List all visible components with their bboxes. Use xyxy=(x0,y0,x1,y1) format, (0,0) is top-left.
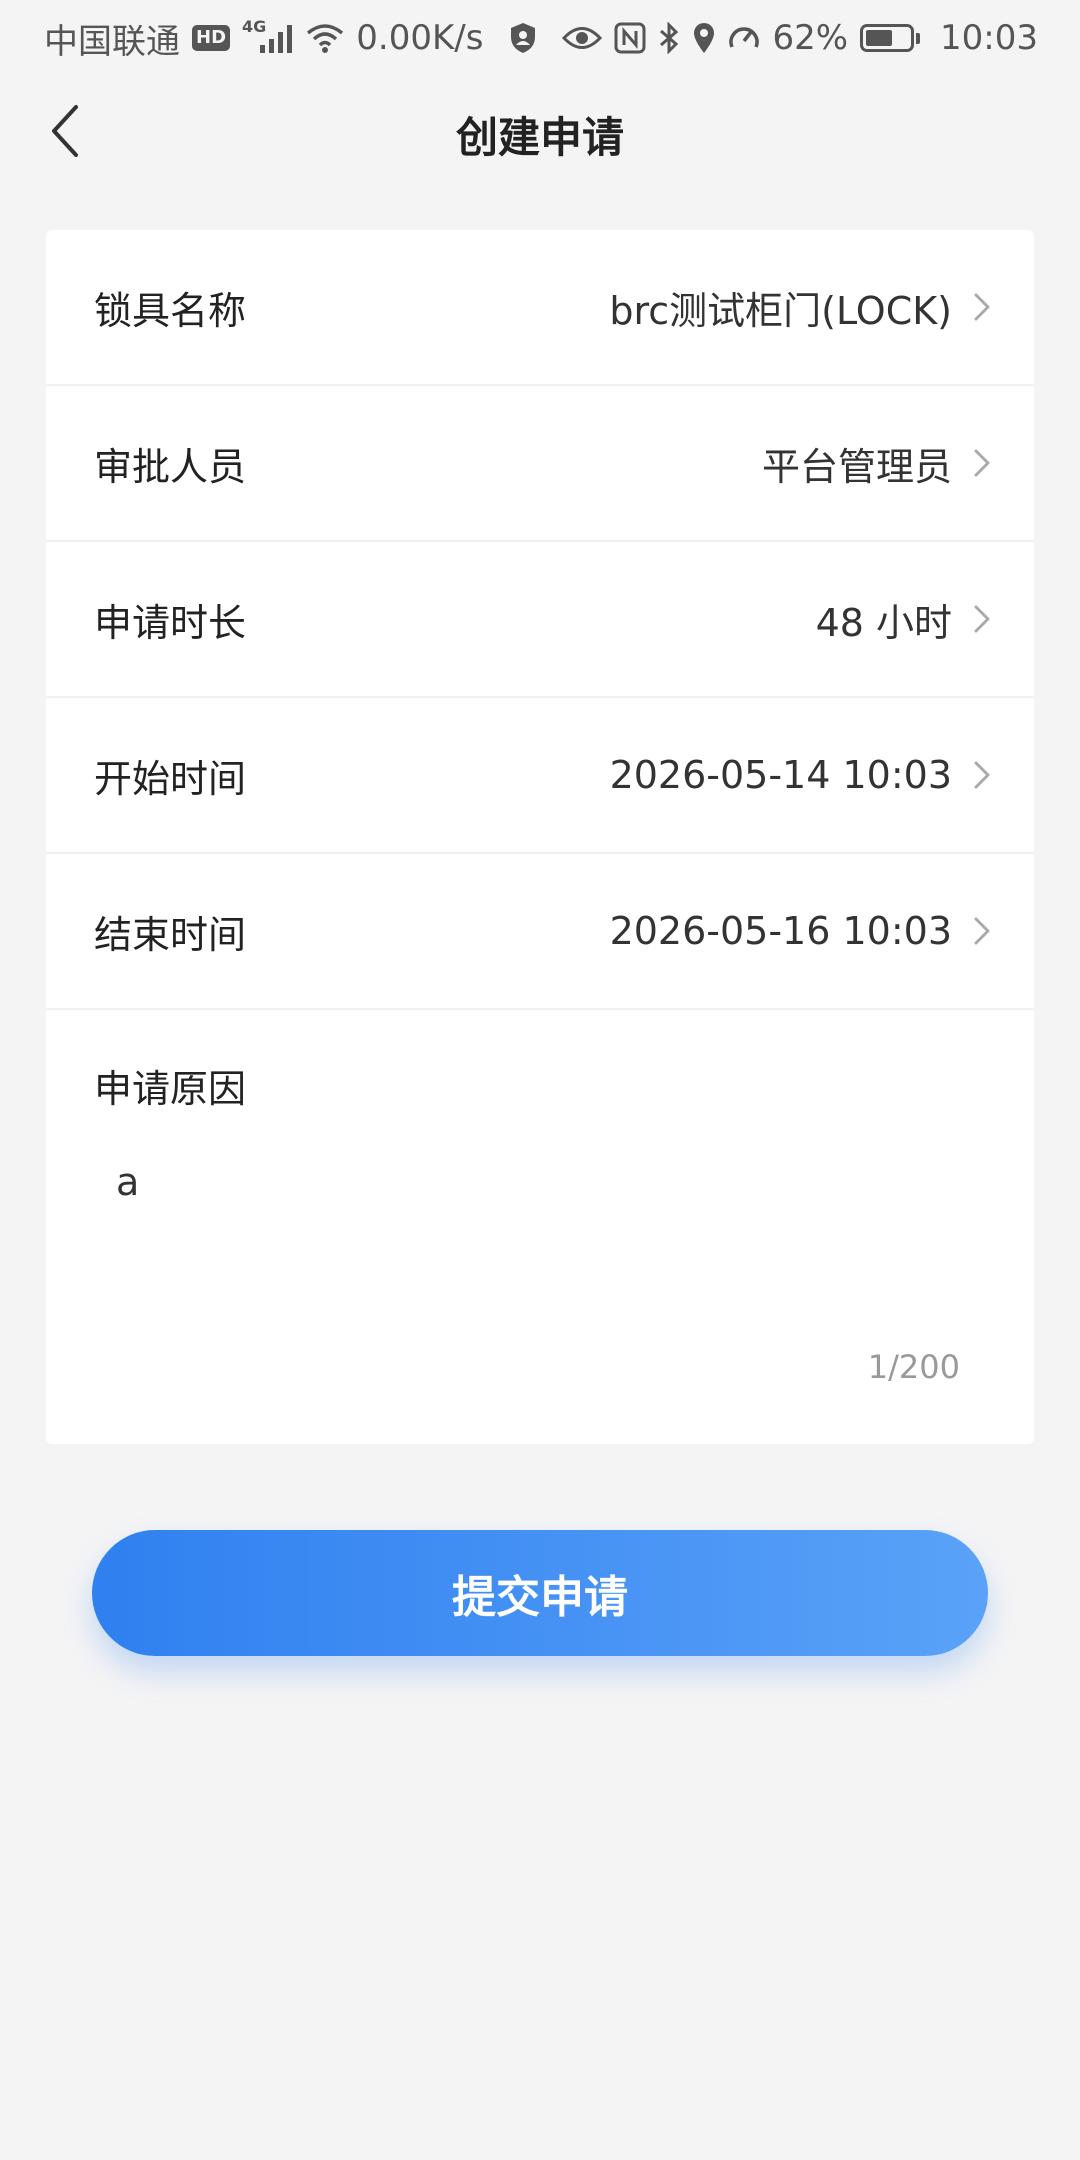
reason-textarea[interactable]: a xyxy=(116,1160,966,1340)
duration-row[interactable]: 申请时长 48 小时 xyxy=(46,542,1034,698)
char-counter: 1/200 xyxy=(867,1348,960,1386)
hd-icon: HD xyxy=(192,25,231,51)
duration-label: 申请时长 xyxy=(94,600,247,645)
nfc-icon xyxy=(614,22,646,54)
end-time-row[interactable]: 结束时间 2026-05-16 10:03 xyxy=(46,854,1034,1010)
network-type-label: 4G xyxy=(242,16,267,36)
nav-bar: 创建申请 xyxy=(0,76,1080,202)
wifi-icon xyxy=(306,23,344,53)
chevron-right-icon xyxy=(972,603,992,635)
battery-level xyxy=(866,30,893,46)
speedometer-icon xyxy=(728,23,760,53)
approver-row[interactable]: 审批人员 平台管理员 xyxy=(46,386,1034,542)
eye-icon xyxy=(562,25,603,51)
status-bar-right: 62% 10:03 xyxy=(562,18,1038,58)
submit-button[interactable]: 提交申请 xyxy=(92,1530,988,1656)
status-bar: 中国联通 HD 4G 0.00K/s 62% 10:03 xyxy=(0,0,1080,76)
start-time-value: 2026-05-14 10:03 xyxy=(609,753,952,797)
page-title: 创建申请 xyxy=(455,113,624,162)
location-icon xyxy=(692,22,716,54)
application-form-card: 锁具名称 brc测试柜门(LOCK) 审批人员 平台管理员 申请时长 48 小时… xyxy=(46,230,1034,1444)
battery-icon xyxy=(860,24,921,52)
lock-name-label: 锁具名称 xyxy=(94,288,247,333)
carrier-label: 中国联通 xyxy=(44,21,180,62)
chevron-right-icon xyxy=(972,447,992,479)
start-time-row[interactable]: 开始时间 2026-05-14 10:03 xyxy=(46,698,1034,854)
lock-name-value: brc测试柜门(LOCK) xyxy=(609,288,952,333)
duration-value: 48 小时 xyxy=(815,600,952,645)
reason-label: 申请原因 xyxy=(94,1067,247,1111)
signal-icon: 4G xyxy=(242,17,294,53)
chevron-right-icon xyxy=(972,759,992,791)
reason-section: 申请原因 a 1/200 xyxy=(46,1010,1034,1440)
bluetooth-icon xyxy=(658,22,680,54)
chevron-right-icon xyxy=(972,291,992,323)
end-time-value: 2026-05-16 10:03 xyxy=(609,909,952,953)
battery-percent: 62% xyxy=(772,18,849,58)
start-time-label: 开始时间 xyxy=(94,756,247,801)
shield-icon xyxy=(509,22,537,54)
approver-label: 审批人员 xyxy=(94,444,247,489)
approver-value: 平台管理员 xyxy=(761,444,952,489)
lock-name-row[interactable]: 锁具名称 brc测试柜门(LOCK) xyxy=(46,230,1034,386)
status-bar-left: 中国联通 HD 4G 0.00K/s xyxy=(44,14,537,63)
chevron-right-icon xyxy=(972,915,992,947)
clock: 10:03 xyxy=(940,18,1038,58)
network-speed: 0.00K/s xyxy=(356,18,484,58)
end-time-label: 结束时间 xyxy=(94,912,247,957)
